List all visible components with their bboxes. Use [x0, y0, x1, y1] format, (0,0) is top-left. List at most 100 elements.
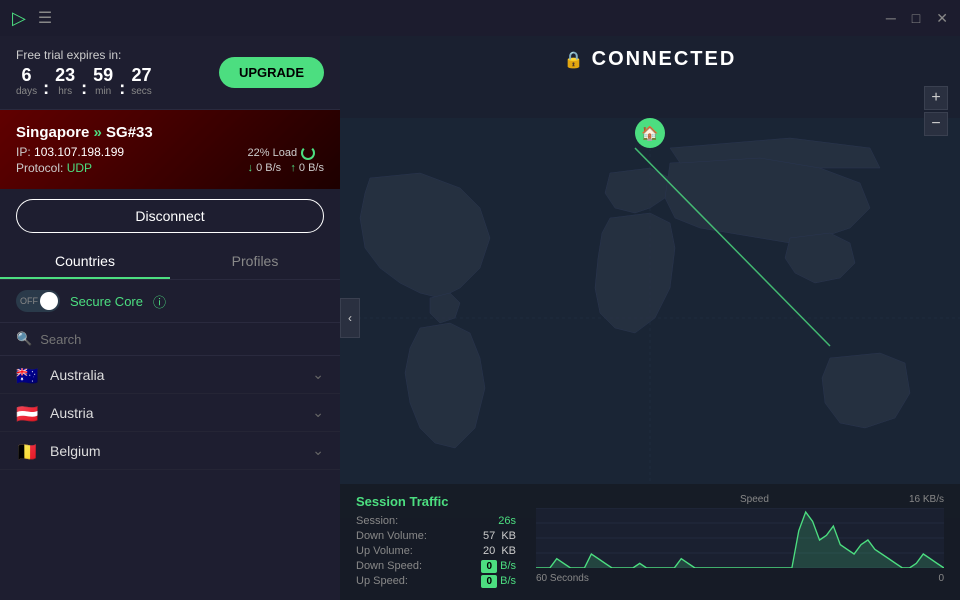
close-button[interactable]: ✕ [936, 11, 948, 25]
connection-info: Singapore » SG#33 IP: 103.107.198.199 Pr… [0, 110, 340, 189]
list-item[interactable]: 🇦🇺 Australia ⌄ [0, 356, 340, 394]
session-info: Session Traffic Session: 26s Down Volume… [356, 494, 516, 590]
trial-days: 6 [22, 66, 32, 84]
connection-protocol-row: Protocol: UDP [16, 161, 124, 175]
zoom-out-button[interactable]: − [924, 112, 948, 136]
trial-days-unit: 6 days [16, 66, 37, 97]
trial-countdown: 6 days : 23 hrs : 59 min : 27 [16, 66, 152, 97]
maximize-button[interactable]: □ [912, 11, 920, 25]
connected-text: CONNECTED [592, 48, 737, 71]
speed-chart: Speed 16 KB/s 60 Seconds 0 [536, 494, 944, 574]
session-row-0: Session: 26s [356, 515, 516, 527]
trial-secs: 27 [131, 66, 151, 84]
search-input[interactable] [40, 332, 324, 347]
session-key-4: Up Speed: [356, 575, 408, 587]
session-val-4: 0 B/s [481, 575, 516, 587]
connection-server: Singapore » SG#33 [16, 124, 324, 141]
list-item[interactable]: 🇧🇪 Belgium ⌄ [0, 432, 340, 470]
main-layout: Free trial expires in: 6 days : 23 hrs :… [0, 36, 960, 600]
trial-min-unit: 59 min [93, 66, 113, 97]
session-key-1: Down Volume: [356, 530, 427, 542]
up-speed-badge: 0 [481, 575, 497, 588]
trial-hrs: 23 [55, 66, 75, 84]
trial-hrs-label: hrs [58, 86, 72, 97]
connection-protocol: UDP [67, 161, 92, 175]
trial-days-label: days [16, 86, 37, 97]
tab-profiles[interactable]: Profiles [170, 243, 340, 279]
session-val-3: 0 B/s [481, 560, 516, 572]
tabs: Countries Profiles [0, 243, 340, 280]
trial-banner: Free trial expires in: 6 days : 23 hrs :… [0, 36, 340, 110]
right-panel: 🔒 CONNECTED ‹ + − [340, 36, 960, 600]
load-text: 22% Load [248, 147, 298, 159]
chart-svg [536, 508, 944, 568]
search-box: 🔍 [0, 323, 340, 356]
titlebar: ▷ ☰ ─ □ ✕ [0, 0, 960, 36]
tab-countries[interactable]: Countries [0, 243, 170, 279]
session-title: Session Traffic [356, 494, 516, 509]
expand-icon[interactable]: ⌄ [312, 442, 324, 459]
disconnect-section: Disconnect [0, 189, 340, 243]
session-key-0: Session: [356, 515, 398, 527]
country-flag: 🇦🇹 [16, 405, 40, 421]
session-val-0: 26s [498, 515, 516, 527]
status-bar: 🔒 CONNECTED [340, 48, 960, 71]
chart-zero-label: 0 [938, 573, 944, 584]
map-controls: + − [924, 86, 948, 136]
session-val-1: 57 KB [483, 530, 516, 542]
connection-ip-row: IP: 103.107.198.199 [16, 145, 124, 159]
connection-details: IP: 103.107.198.199 Protocol: UDP 22% Lo… [16, 145, 324, 175]
secure-core-toggle[interactable]: OFF [16, 290, 60, 312]
left-panel: Free trial expires in: 6 days : 23 hrs :… [0, 36, 340, 600]
secure-core-label: Secure Core [70, 294, 143, 309]
titlebar-controls: ─ □ ✕ [886, 11, 948, 25]
session-row-2: Up Volume: 20 KB [356, 545, 516, 557]
session-key-3: Down Speed: [356, 560, 422, 572]
search-icon: 🔍 [16, 331, 32, 347]
hamburger-icon[interactable]: ☰ [38, 8, 52, 28]
connection-left: IP: 103.107.198.199 Protocol: UDP [16, 145, 124, 175]
trial-hrs-unit: 23 hrs [55, 66, 75, 97]
speed-down: 0 B/s [248, 162, 282, 174]
session-val-2: 20 KB [483, 545, 516, 557]
country-name: Austria [50, 405, 312, 421]
trial-text: Free trial expires in: [16, 48, 152, 62]
trial-info: Free trial expires in: 6 days : 23 hrs :… [16, 48, 152, 97]
collapse-button[interactable]: ‹ [340, 298, 360, 338]
disconnect-button[interactable]: Disconnect [16, 199, 324, 233]
lock-icon: 🔒 [564, 50, 584, 70]
info-icon[interactable]: ⓘ [153, 292, 166, 311]
country-name: Belgium [50, 443, 312, 459]
toggle-label: OFF [20, 296, 38, 306]
upgrade-button[interactable]: UPGRADE [219, 57, 324, 88]
chart-seconds-label: 60 Seconds [536, 573, 589, 584]
toggle-knob [40, 292, 58, 310]
connection-server-id: SG#33 [106, 124, 153, 141]
chart-kb-label: 16 KB/s [909, 494, 944, 505]
speed-up: 0 B/s [290, 162, 324, 174]
connection-load: 22% Load [248, 146, 324, 160]
session-key-2: Up Volume: [356, 545, 413, 557]
trial-min-label: min [95, 86, 111, 97]
trial-min: 59 [93, 66, 113, 84]
connection-right: 22% Load 0 B/s 0 B/s [248, 146, 324, 174]
vpn-icon: ▷ [12, 8, 26, 29]
country-flag: 🇧🇪 [16, 443, 40, 459]
country-list: 🇦🇺 Australia ⌄ 🇦🇹 Austria ⌄ 🇧🇪 Belgium ⌄ [0, 356, 340, 600]
list-item[interactable]: 🇦🇹 Austria ⌄ [0, 394, 340, 432]
session-panel: Session Traffic Session: 26s Down Volume… [340, 484, 960, 600]
down-speed-badge: 0 [481, 560, 497, 573]
home-marker: 🏠 [635, 118, 665, 148]
connection-speed: 0 B/s 0 B/s [248, 162, 324, 174]
minimize-button[interactable]: ─ [886, 11, 896, 25]
session-row-1: Down Volume: 57 KB [356, 530, 516, 542]
session-row-3: Down Speed: 0 B/s [356, 560, 516, 572]
chart-speed-label: Speed [740, 494, 769, 505]
expand-icon[interactable]: ⌄ [312, 366, 324, 383]
zoom-in-button[interactable]: + [924, 86, 948, 110]
home-icon: 🏠 [635, 118, 665, 148]
trial-secs-unit: 27 secs [131, 66, 152, 97]
session-row-4: Up Speed: 0 B/s [356, 575, 516, 587]
country-flag: 🇦🇺 [16, 367, 40, 383]
expand-icon[interactable]: ⌄ [312, 404, 324, 421]
